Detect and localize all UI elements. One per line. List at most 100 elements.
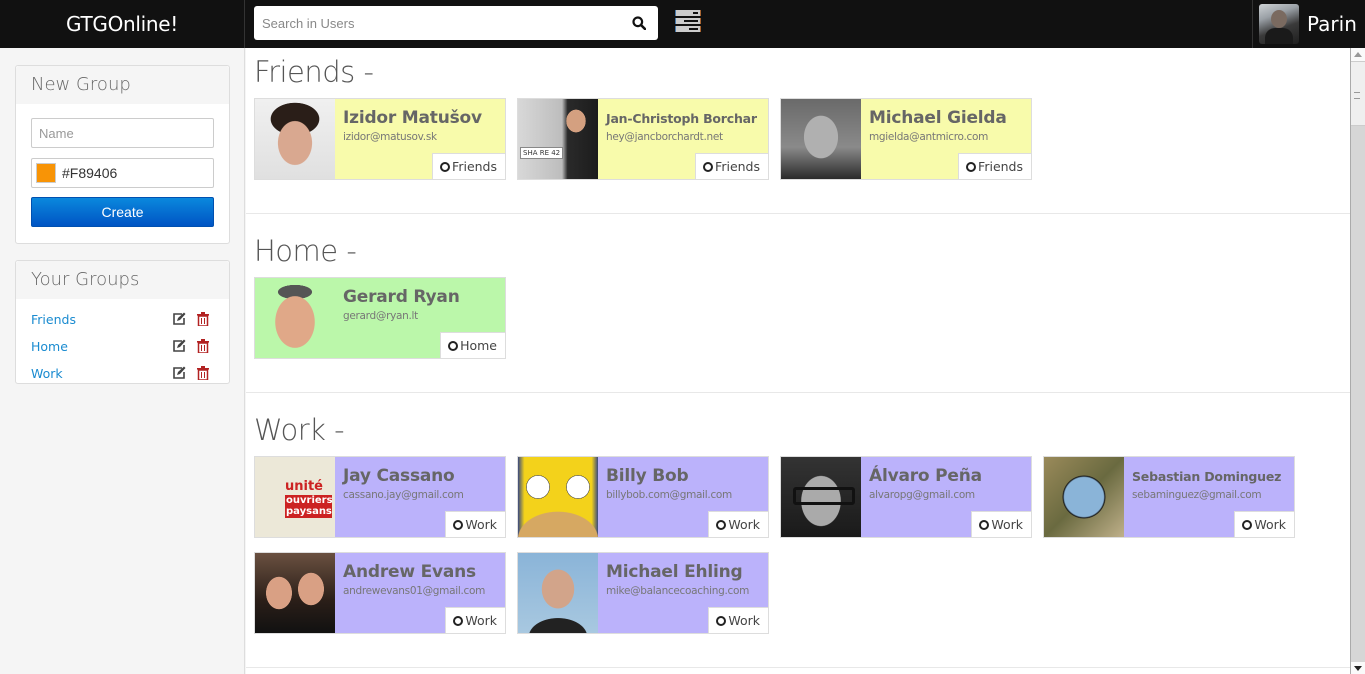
contact-card[interactable]: Billy Bob billybob.com@gmail.com Work xyxy=(517,456,769,538)
section-title: Home - xyxy=(254,234,357,268)
group-tag-label: Work xyxy=(465,613,497,628)
contact-name: Gerard Ryan xyxy=(343,287,460,307)
group-item-friends: Friends xyxy=(31,309,216,329)
color-swatch[interactable] xyxy=(36,163,56,183)
contact-email: sebaminguez@gmail.com xyxy=(1132,489,1262,501)
circle-icon xyxy=(1242,520,1253,530)
contact-card[interactable]: Michael Ehling mike@balancecoaching.com Wo… xyxy=(517,552,769,634)
group-tag-label: Work xyxy=(728,613,760,628)
scroll-down-arrow-icon[interactable] xyxy=(1351,662,1365,674)
edit-icon[interactable] xyxy=(172,339,186,353)
contact-email: izidor@matusov.sk xyxy=(343,131,437,143)
group-tag-label: Work xyxy=(465,517,497,532)
section-title: Friends - xyxy=(254,55,374,89)
contact-name: Michael Gielda xyxy=(869,108,1007,128)
group-link[interactable]: Work xyxy=(31,366,63,381)
contact-card[interactable]: Gerard Ryan gerard@ryan.lt Home xyxy=(254,277,506,359)
group-color-field xyxy=(31,158,214,188)
contact-card[interactable]: Sebastian Dominguez sebaminguez@gmail.com… xyxy=(1043,456,1295,538)
edit-icon[interactable] xyxy=(172,312,186,326)
create-group-button[interactable]: Create xyxy=(31,197,214,227)
search-box xyxy=(254,6,658,40)
group-tag-button[interactable]: Work xyxy=(445,511,505,537)
trash-icon[interactable] xyxy=(197,312,209,326)
main-scrollbar[interactable] xyxy=(1350,48,1365,674)
contact-photo xyxy=(518,457,598,537)
group-tag-label: Home xyxy=(460,338,497,353)
circle-icon xyxy=(966,162,977,172)
contact-email: gerard@ryan.lt xyxy=(343,310,418,322)
contact-name: Jay Cassano xyxy=(343,466,455,486)
contact-photo xyxy=(255,553,335,633)
top-navbar: GTGOnline! Parin xyxy=(0,0,1365,48)
search-icon[interactable] xyxy=(632,16,646,30)
edit-icon[interactable] xyxy=(172,366,186,380)
contact-email: mike@balancecoaching.com xyxy=(606,585,750,597)
trash-icon[interactable] xyxy=(197,339,209,353)
your-groups-title: Your Groups xyxy=(16,261,229,299)
group-tag-label: Work xyxy=(1254,517,1286,532)
group-tag-button[interactable]: Work xyxy=(445,607,505,633)
section-title: Work - xyxy=(254,413,345,447)
scroll-thumb[interactable] xyxy=(1351,62,1365,126)
contact-photo xyxy=(1044,457,1124,537)
circle-icon xyxy=(448,341,459,351)
contact-card[interactable]: Andrew Evans andrewevans01@gmail.com Work xyxy=(254,552,506,634)
contact-photo xyxy=(255,278,335,358)
search-input[interactable] xyxy=(254,6,624,40)
app-brand[interactable]: GTGOnline! xyxy=(0,0,245,48)
contact-photo xyxy=(781,457,861,537)
contact-name: Andrew Evans xyxy=(343,562,476,582)
new-group-panel: New Group Create xyxy=(15,65,230,244)
group-section-home: Home - Gerard Ryan gerard@ryan.lt Home xyxy=(246,214,1350,393)
group-section-friends: Friends - Izidor Matušov izidor@matusov.sk… xyxy=(246,48,1350,214)
contact-email: alvaropg@gmail.com xyxy=(869,489,975,501)
user-menu[interactable]: Parin xyxy=(1252,0,1365,48)
circle-icon xyxy=(453,520,464,530)
contact-name: Billy Bob xyxy=(606,466,689,486)
group-name-field xyxy=(31,118,214,148)
new-group-title: New Group xyxy=(16,66,229,104)
group-color-input[interactable] xyxy=(32,159,213,187)
circle-icon xyxy=(716,616,727,626)
main-content: Friends - Izidor Matušov izidor@matusov.sk… xyxy=(246,48,1350,674)
contact-name: Jan-Christoph Borchar xyxy=(606,111,757,126)
contact-photo xyxy=(781,99,861,179)
contact-photo xyxy=(255,457,335,537)
group-tag-label: Friends xyxy=(978,159,1023,174)
group-tag-button[interactable]: Friends xyxy=(958,153,1031,179)
contact-card[interactable]: Jan-Christoph Borchar hey@jancborchardt.n… xyxy=(517,98,769,180)
group-tag-label: Work xyxy=(728,517,760,532)
group-name-input[interactable] xyxy=(32,119,213,147)
contact-card[interactable]: Izidor Matušov izidor@matusov.sk Friends xyxy=(254,98,506,180)
list-view-icon[interactable] xyxy=(675,10,701,32)
sidebar: New Group Create Your Groups Friends Home… xyxy=(0,48,245,674)
scroll-up-arrow-icon[interactable] xyxy=(1351,48,1365,62)
circle-icon xyxy=(979,520,990,530)
group-tag-button[interactable]: Work xyxy=(971,511,1031,537)
trash-icon[interactable] xyxy=(197,366,209,380)
contact-card[interactable]: Álvaro Peña alvaropg@gmail.com Work xyxy=(780,456,1032,538)
contact-photo xyxy=(518,99,598,179)
group-tag-button[interactable]: Work xyxy=(1234,511,1294,537)
user-name: Parin xyxy=(1307,12,1357,36)
contact-email: mgielda@antmicro.com xyxy=(869,131,989,143)
contact-card[interactable]: Jay Cassano cassano.jay@gmail.com Work xyxy=(254,456,506,538)
group-tag-button[interactable]: Friends xyxy=(432,153,505,179)
group-link[interactable]: Friends xyxy=(31,312,76,327)
contact-photo xyxy=(255,99,335,179)
group-tag-label: Friends xyxy=(715,159,760,174)
group-tag-button[interactable]: Work xyxy=(708,607,768,633)
group-tag-button[interactable]: Work xyxy=(708,511,768,537)
your-groups-panel: Your Groups Friends Home Work xyxy=(15,260,230,384)
group-section-work: Work - Jay Cassano cassano.jay@gmail.com Wo… xyxy=(246,393,1350,668)
contact-email: cassano.jay@gmail.com xyxy=(343,489,464,501)
contact-name: Sebastian Dominguez xyxy=(1132,469,1282,484)
contact-name: Izidor Matušov xyxy=(343,108,482,128)
group-item-home: Home xyxy=(31,336,216,356)
group-link[interactable]: Home xyxy=(31,339,68,354)
group-tag-button[interactable]: Home xyxy=(440,332,505,358)
circle-icon xyxy=(703,162,714,172)
group-tag-button[interactable]: Friends xyxy=(695,153,768,179)
contact-card[interactable]: Michael Gielda mgielda@antmicro.com Friend… xyxy=(780,98,1032,180)
